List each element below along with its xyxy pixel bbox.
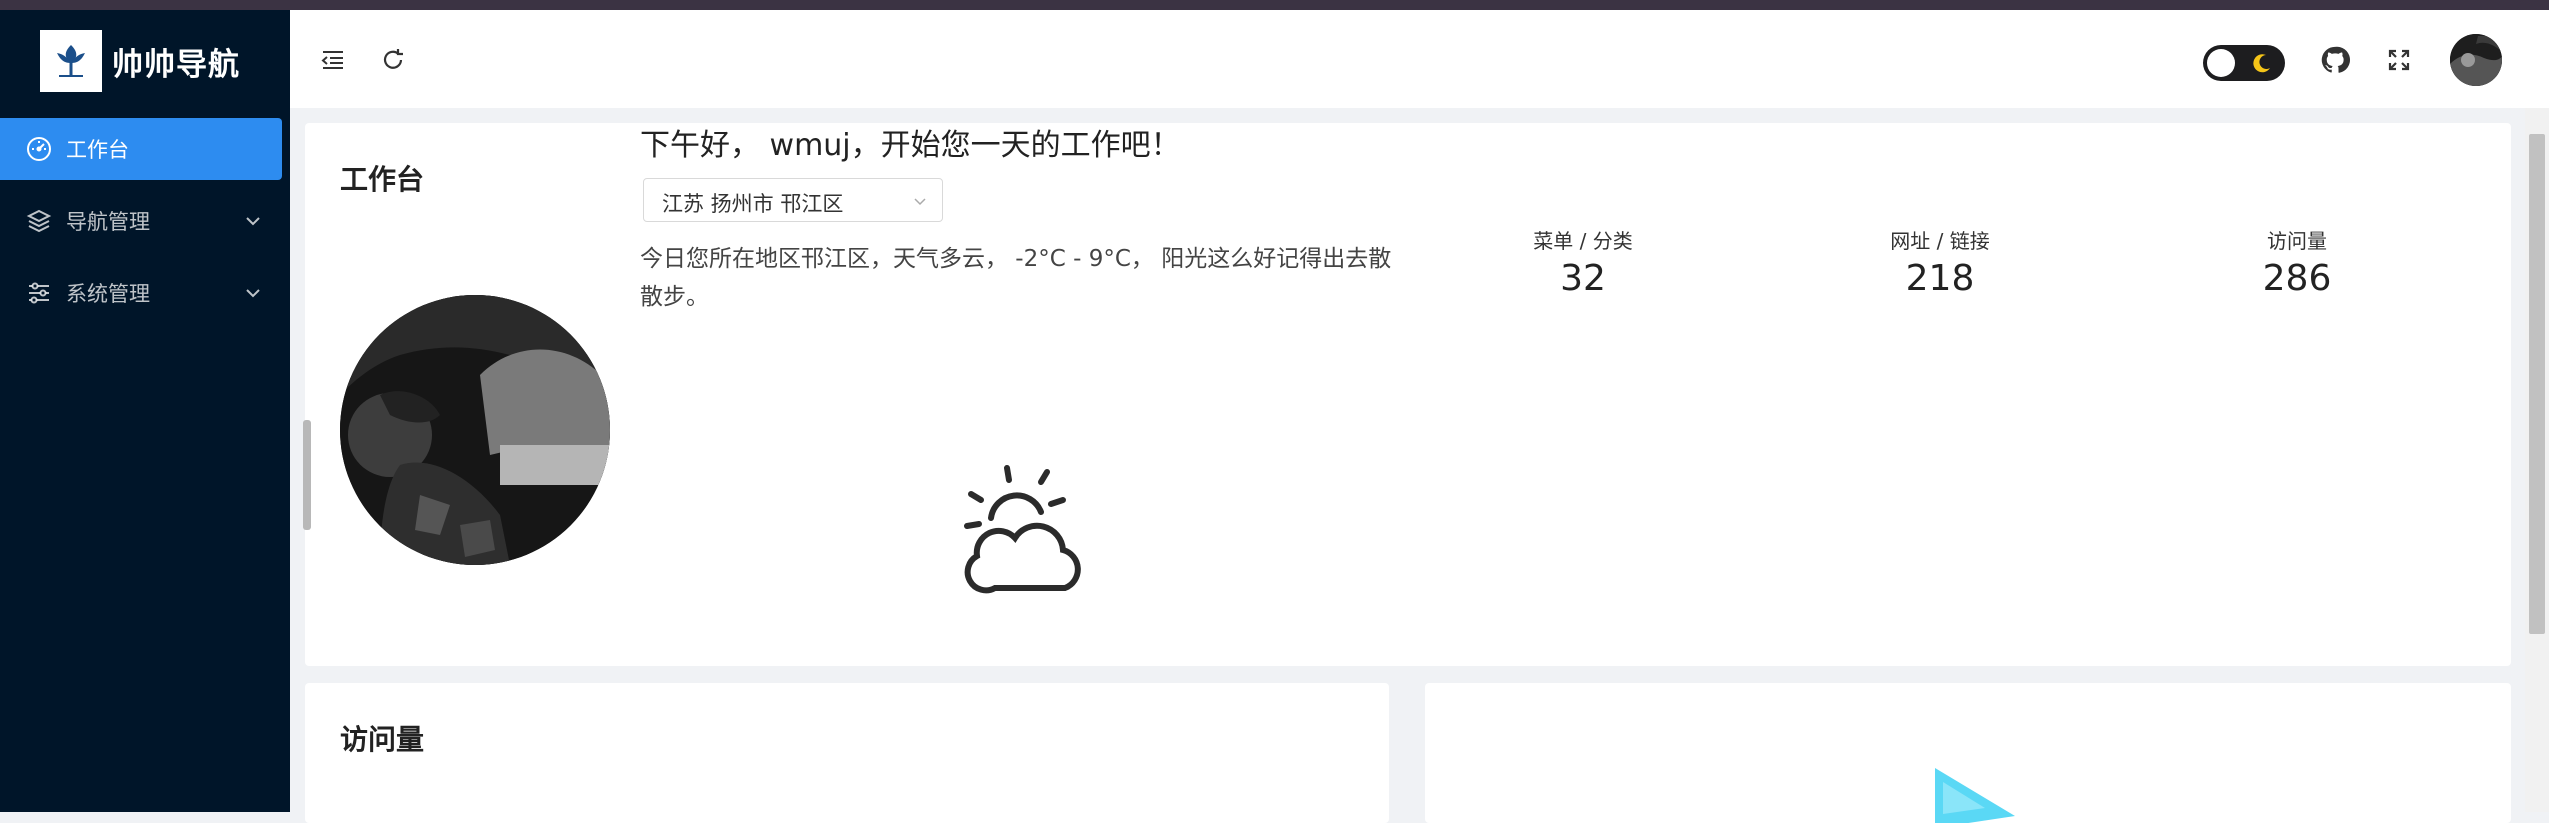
github-icon[interactable] [2315, 40, 2355, 80]
dashboard-icon [24, 134, 54, 164]
stat-value: 218 [1905, 258, 1975, 299]
greeting-text: 下午好， wmuj，开始您一天的工作吧！ [640, 128, 1181, 163]
stat-label: 菜单 / 分类 [1533, 229, 1633, 253]
weather-description: 今日您所在地区邗江区，天气多云， -2°C - 9°C， 阳光这么好记得出去散散… [640, 246, 1392, 310]
fullscreen-icon[interactable] [2379, 40, 2419, 80]
app-logo[interactable]: 帅帅导航 [0, 10, 290, 112]
stat-label: 网址 / 链接 [1890, 229, 1990, 253]
chart-card [1425, 683, 2511, 823]
scrollbar-thumb[interactable] [2529, 134, 2545, 634]
partly-cloudy-icon [964, 465, 1081, 594]
workbench-card: 工作台 [305, 123, 2511, 666]
sidebar: 帅帅导航 工作台 导航管理 系统管理 [0, 10, 290, 812]
location-select[interactable]: 江苏 扬州市 邗江区 [643, 178, 943, 222]
stat-label: 访问量 [2267, 229, 2327, 253]
profile-avatar [340, 295, 610, 565]
chevron-down-icon [914, 198, 926, 206]
sliders-icon [24, 278, 54, 308]
location-value: 江苏 扬州市 邗江区 [662, 192, 844, 216]
stat-value: 286 [2262, 258, 2332, 299]
visits-card: 访问量 [305, 683, 1389, 823]
window-top-bar [0, 0, 2549, 10]
toggle-knob [2207, 49, 2235, 77]
sidebar-item-label: 导航管理 [66, 210, 150, 234]
sidebar-item-label: 系统管理 [66, 282, 150, 306]
stat-value: 32 [1560, 258, 1606, 299]
menu-fold-icon[interactable] [313, 40, 353, 80]
chart-shape [1935, 768, 2015, 823]
card-title: 工作台 [340, 163, 425, 196]
top-header [290, 10, 2549, 108]
stat-links: 网址 / 链接 218 [1875, 225, 2005, 299]
main-content: 工作台 访问量 [290, 108, 2525, 823]
user-avatar[interactable] [2450, 34, 2502, 86]
sidebar-resize-handle[interactable] [303, 420, 311, 530]
chevron-down-icon [246, 217, 260, 226]
sidebar-item-nav-management[interactable]: 导航管理 [0, 190, 282, 252]
logo-icon [40, 30, 102, 92]
sidebar-item-label: 工作台 [66, 138, 129, 162]
theme-toggle[interactable] [2203, 45, 2285, 81]
sidebar-item-system-management[interactable]: 系统管理 [0, 262, 282, 324]
stat-menus: 菜单 / 分类 32 [1518, 225, 1648, 299]
app-title: 帅帅导航 [112, 46, 240, 83]
sidebar-item-dashboard[interactable]: 工作台 [0, 118, 282, 180]
moon-icon [2253, 54, 2270, 73]
chevron-down-icon [246, 289, 260, 298]
refresh-icon[interactable] [373, 40, 413, 80]
stat-visits: 访问量 286 [2232, 225, 2362, 299]
card-title: 访问量 [340, 723, 425, 756]
layers-icon [24, 206, 54, 236]
page-scrollbar[interactable] [2525, 108, 2549, 812]
